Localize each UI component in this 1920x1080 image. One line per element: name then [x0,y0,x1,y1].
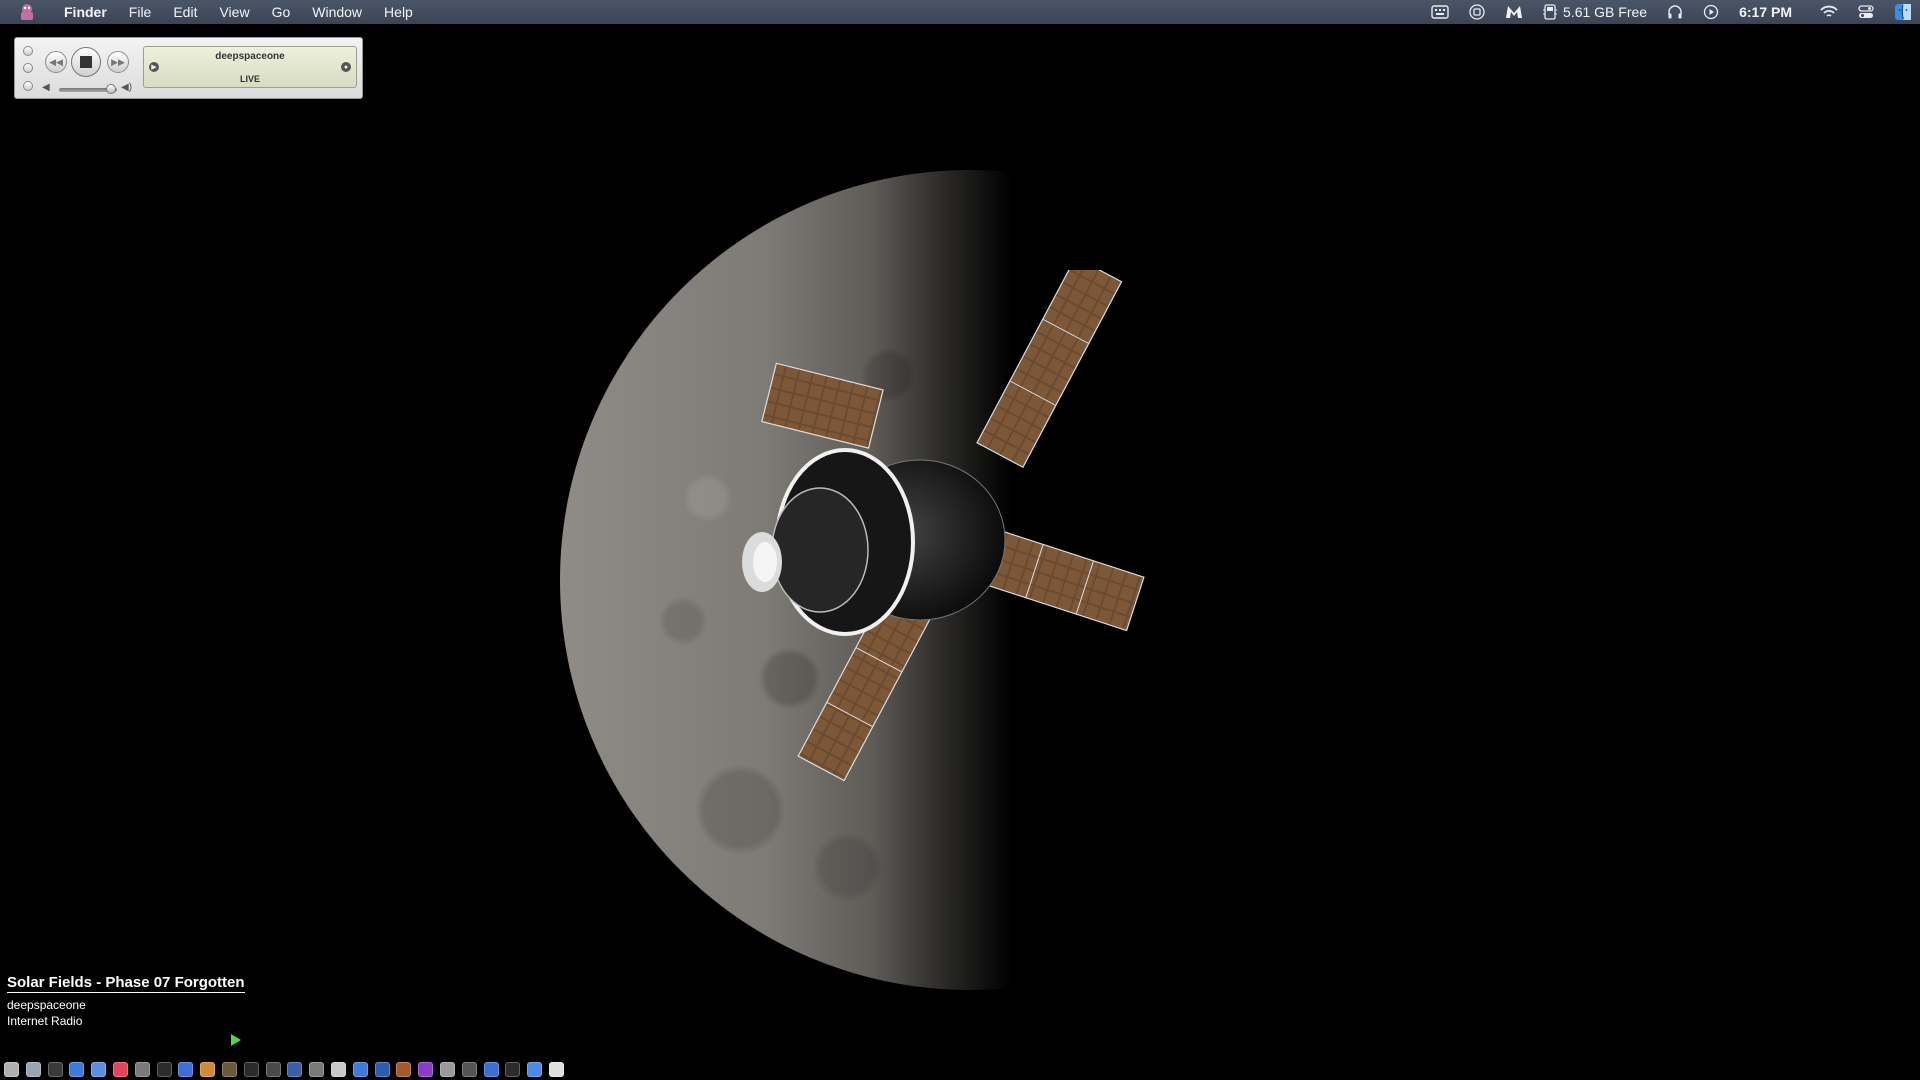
menu-window[interactable]: Window [301,0,373,24]
dock-app-icon[interactable] [4,1061,19,1077]
player-display: ▶ deepspaceone LIVE ● [143,46,357,88]
menu-bar: Finder File Edit View Go Window Help 5.6… [0,0,1920,24]
media-play-icon[interactable] [1703,0,1719,24]
dock-app-icon[interactable] [112,1061,128,1077]
dock-app-icon[interactable] [287,1061,303,1077]
radio-player-widget: ◀◀ ▶▶ ◀ ◀) ▶ deepspaceone LIVE ● [14,37,363,99]
keyboard-viewer-icon[interactable] [1431,0,1449,24]
close-window-button[interactable] [23,46,33,56]
control-center-icon[interactable] [1858,0,1874,24]
volume-low-icon: ◀ [42,82,50,93]
menu-go[interactable]: Go [261,0,302,24]
dock-app-icon[interactable] [418,1061,434,1077]
dock-app-icon[interactable] [47,1061,63,1077]
apple-menu-icon[interactable] [17,2,37,22]
menu-view[interactable]: View [208,0,260,24]
stop-button[interactable] [71,47,101,77]
dock-app-icon[interactable] [527,1061,543,1077]
dock-app-icon[interactable] [439,1061,455,1077]
dock-app-icon[interactable] [156,1061,172,1077]
rewind-button[interactable]: ◀◀ [45,51,67,73]
dock-app-icon[interactable] [221,1061,237,1077]
malwarebytes-icon[interactable] [1505,0,1523,24]
display-prev-icon[interactable]: ▶ [149,62,159,72]
volume-slider-knob[interactable] [106,84,116,94]
dock-app-icon[interactable] [548,1061,564,1077]
menu-help[interactable]: Help [373,0,424,24]
menu-edit[interactable]: Edit [162,0,208,24]
dock-app-icon[interactable] [374,1061,390,1077]
now-playing-source: Internet Radio [7,1014,83,1028]
dock-app-icon[interactable] [178,1061,194,1077]
fast-forward-button[interactable]: ▶▶ [107,51,129,73]
dock-app-icon[interactable] [91,1061,107,1077]
record-icon[interactable] [1469,0,1485,24]
dock [4,1059,571,1079]
headphones-icon[interactable] [1667,0,1683,24]
dock-app-icon[interactable] [243,1061,259,1077]
player-status: LIVE [239,74,260,84]
disk-icon [1543,4,1558,20]
zoom-window-button[interactable] [23,81,33,91]
now-playing-title[interactable]: Solar Fields - Phase 07 Forgotten [7,974,245,993]
dock-app-icon[interactable] [134,1061,150,1077]
volume-high-icon: ◀) [121,82,133,93]
menubar-clock[interactable]: 6:17 PM [1739,0,1792,24]
wifi-icon[interactable] [1820,0,1838,24]
app-menu-finder[interactable]: Finder [53,0,118,24]
disk-free-status[interactable]: 5.61 GB Free [1543,0,1647,24]
now-playing-station: deepspaceone [7,998,86,1012]
dock-app-icon[interactable] [200,1061,216,1077]
dock-app-icon[interactable] [265,1061,281,1077]
menu-file[interactable]: File [118,0,163,24]
dock-app-icon[interactable] [483,1061,499,1077]
dock-app-icon[interactable] [69,1061,85,1077]
wallpaper-spacecraft [742,270,1145,782]
minimize-window-button[interactable] [23,63,33,73]
disk-free-label: 5.61 GB Free [1563,4,1648,20]
dock-app-icon[interactable] [330,1061,346,1077]
now-playing-play-icon[interactable] [231,1034,241,1046]
player-station-name: deepspaceone [215,51,285,62]
dock-app-icon[interactable] [505,1061,521,1077]
display-menu-icon[interactable]: ● [341,62,351,72]
dock-app-icon[interactable] [352,1061,368,1077]
dock-app-icon[interactable] [309,1061,325,1077]
dock-app-icon[interactable] [396,1061,412,1077]
dock-app-icon[interactable] [25,1061,41,1077]
dock-app-icon[interactable] [461,1061,477,1077]
status-menus: 5.61 GB Free 6:17 PM [1431,0,1920,24]
finder-face-icon[interactable] [1894,0,1912,24]
